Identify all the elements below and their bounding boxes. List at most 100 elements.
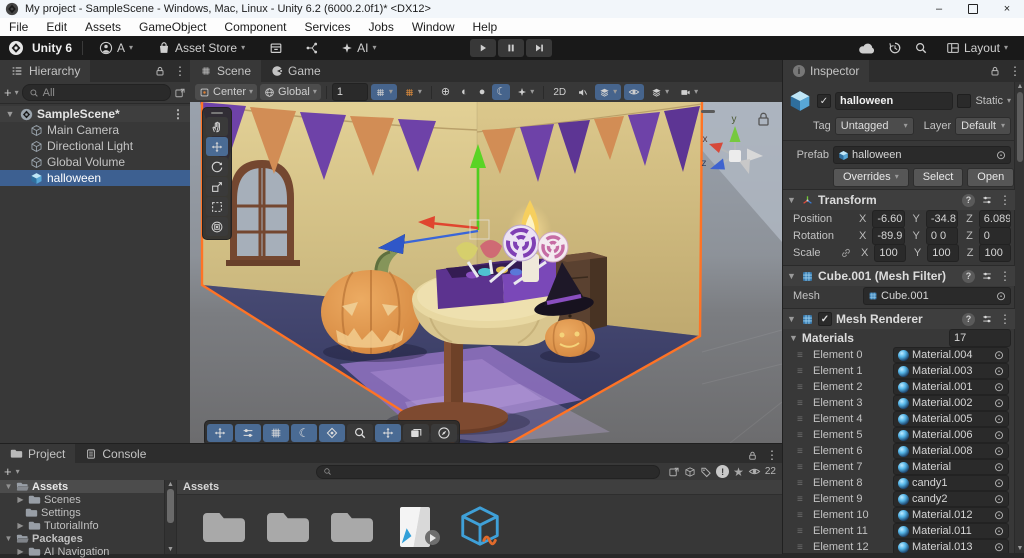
object-picker-icon[interactable]: ⊙ [994, 381, 1004, 393]
component-enabled-checkbox[interactable]: ✓ [818, 312, 832, 326]
layers-dropdown[interactable]: ▾ [647, 84, 673, 100]
scrollbar-thumb[interactable] [1017, 92, 1023, 162]
pause-button[interactable] [498, 39, 524, 57]
material-object-field[interactable]: Material.008⊙ [893, 443, 1009, 459]
play-button[interactable] [470, 39, 496, 57]
effects-dropdown[interactable]: ▾ [513, 84, 538, 100]
material-object-field[interactable]: Material.011⊙ [893, 523, 1009, 539]
material-object-field[interactable]: Material.005⊙ [893, 411, 1009, 427]
overlay-layers-dropdown[interactable]: ▾ [595, 84, 621, 100]
increment-snap-dropdown[interactable]: ▾ [400, 84, 426, 100]
drag-handle-icon[interactable]: ≡ [797, 494, 809, 505]
hierarchy-item-directional-light[interactable]: Directional Light [0, 138, 190, 154]
static-dropdown-icon[interactable]: ▾ [1007, 97, 1011, 105]
tree-item-settings[interactable]: Settings [0, 506, 164, 519]
create-dropdown-icon[interactable]: ▾ [16, 468, 20, 476]
search-by-label-icon[interactable] [700, 466, 712, 478]
orientation-dropdown[interactable]: Global ▾ [260, 84, 321, 100]
layer-dropdown[interactable]: Default ▾ [955, 117, 1011, 135]
tab-hierarchy[interactable]: Hierarchy [0, 60, 90, 82]
draw-mode-wireframe-button[interactable]: ◐ [457, 84, 472, 100]
draw-mode-shaded-button[interactable]: ⊕ [437, 84, 454, 100]
foldout-icon[interactable]: ▶ [16, 495, 25, 504]
menu-window[interactable]: Window [403, 18, 464, 36]
material-element-row[interactable]: ≡ Element 6 Material.008⊙ [783, 443, 1015, 459]
panel-menu-icon[interactable]: ⋮ [1009, 64, 1021, 78]
tab-inspector[interactable]: i Inspector [783, 60, 869, 82]
help-icon[interactable]: ? [962, 270, 975, 283]
drag-handle-icon[interactable]: ≡ [797, 478, 809, 489]
scene-visibility-toggle[interactable] [624, 84, 644, 100]
presets-icon[interactable] [981, 270, 993, 282]
create-dropdown-icon[interactable]: ▾ [15, 89, 19, 97]
presets-icon[interactable] [981, 313, 993, 325]
drag-handle-icon[interactable]: ≡ [797, 350, 809, 361]
rect-tool-button[interactable] [206, 197, 228, 216]
asset-folder[interactable] [327, 503, 377, 551]
object-picker-icon[interactable]: ⊙ [994, 477, 1004, 489]
tree-item-packages[interactable]: ▼ Packages [0, 532, 164, 545]
material-object-field[interactable]: Material⊙ [893, 459, 1009, 475]
position-x-field[interactable]: -6.60 [872, 210, 904, 228]
prefab-object-field[interactable]: halloween ⊙ [833, 146, 1011, 164]
drag-handle-icon[interactable]: ≡ [797, 526, 809, 537]
view-hand-tool-button[interactable] [206, 117, 228, 136]
hierarchy-item-halloween[interactable]: halloween [0, 170, 190, 186]
object-picker-icon[interactable]: ⊙ [994, 541, 1004, 553]
help-icon[interactable]: ? [962, 194, 975, 207]
2d-toggle[interactable]: 2D [549, 84, 570, 100]
scroll-up-icon[interactable]: ▲ [1017, 83, 1024, 90]
tree-item-assets[interactable]: ▼ Assets [0, 480, 164, 493]
material-element-row[interactable]: ≡ Element 12 Material.013⊙ [783, 539, 1015, 553]
material-element-row[interactable]: ≡ Element 0 Material.004⊙ [783, 347, 1015, 363]
mesh-object-field[interactable]: Cube.001 ⊙ [863, 287, 1011, 305]
foldout-icon[interactable]: ▼ [787, 314, 797, 324]
object-picker-icon[interactable]: ⊙ [994, 509, 1004, 521]
scale-y-field[interactable]: 100 [927, 244, 959, 262]
link-icon[interactable] [839, 247, 853, 259]
transform-header[interactable]: ▼ Transform ? ⋮ [783, 189, 1015, 210]
step-button[interactable] [526, 39, 552, 57]
select-button[interactable]: Select [913, 168, 964, 187]
materials-count-field[interactable]: 17 [949, 329, 1011, 347]
drag-handle-icon[interactable]: ≡ [797, 510, 809, 521]
menu-component[interactable]: Component [215, 18, 295, 36]
scene-menu-icon[interactable]: ⋮ [172, 107, 190, 121]
material-object-field[interactable]: Material.012⊙ [893, 507, 1009, 523]
asset-store-dropdown[interactable]: Asset Store ▾ [151, 38, 251, 58]
tab-console[interactable]: Console [75, 444, 156, 463]
tree-item-scenes[interactable]: ▶ Scenes [0, 493, 164, 506]
hierarchy-search-input[interactable]: All [22, 84, 171, 101]
search-icon[interactable] [914, 41, 928, 55]
scrollbar-thumb[interactable] [167, 489, 174, 523]
overlay-tool-settings-button[interactable] [235, 424, 261, 442]
overrides-button[interactable]: Overrides ▾ [833, 168, 909, 187]
foldout-icon[interactable]: ▼ [4, 109, 16, 119]
ai-dropdown[interactable]: AI ▾ [335, 38, 382, 58]
menu-assets[interactable]: Assets [76, 18, 130, 36]
asset-folder[interactable] [263, 503, 313, 551]
pivot-dropdown[interactable]: Center ▾ [195, 84, 257, 100]
create-button[interactable]: + [4, 86, 12, 99]
object-picker-icon[interactable]: ⊙ [994, 525, 1004, 537]
foldout-icon[interactable]: ▼ [4, 534, 13, 543]
maximize-button[interactable] [956, 0, 990, 18]
account-dropdown[interactable]: A ▾ [93, 38, 139, 58]
rotation-y-field[interactable]: 00 [926, 227, 958, 245]
scene-viewport[interactable]: ☾ y x z [190, 102, 782, 443]
component-menu-icon[interactable]: ⋮ [999, 193, 1011, 207]
tab-game[interactable]: Game [261, 60, 331, 82]
asset-scene-file[interactable] [391, 503, 441, 551]
material-object-field[interactable]: Material.001⊙ [893, 379, 1009, 395]
scale-tool-button[interactable] [206, 177, 228, 196]
asset-folder[interactable] [199, 503, 249, 551]
open-search-window-icon[interactable] [668, 466, 680, 478]
position-z-field[interactable]: 6.089 [979, 210, 1011, 228]
overlay-move-button[interactable] [207, 424, 233, 442]
component-menu-icon[interactable]: ⋮ [999, 269, 1011, 283]
version-control-button[interactable] [299, 38, 325, 58]
menu-services[interactable]: Services [295, 18, 359, 36]
menu-jobs[interactable]: Jobs [359, 18, 402, 36]
drag-handle-icon[interactable]: ≡ [797, 430, 809, 441]
static-checkbox[interactable] [957, 94, 971, 108]
